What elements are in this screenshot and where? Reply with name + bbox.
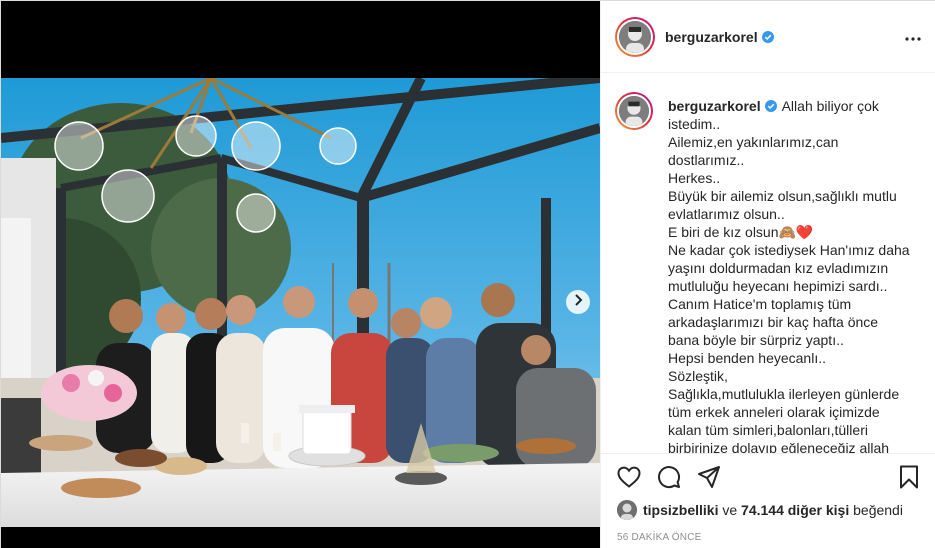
- caption-line: Büyük bir ailemiz olsun,sağlıklı mutlu: [668, 188, 897, 204]
- caption-line: bana böyle bir sürpriz yaptı..: [668, 332, 844, 348]
- caption-line: Ailemiz,en yakınlarımız,can: [668, 134, 839, 150]
- author-username[interactable]: berguzarkorel: [665, 29, 774, 45]
- more-options-button[interactable]: [903, 27, 923, 47]
- caption-line: mutluluğu heyecanı hepimizi sardı..: [668, 278, 888, 294]
- caption-line: Hepsi benden heyecanlı..: [668, 350, 826, 366]
- post-timestamp[interactable]: 56 DAKİKA ÖNCE: [617, 532, 702, 543]
- verified-badge-icon: [761, 30, 774, 43]
- next-photo-button[interactable]: [566, 290, 590, 314]
- caption-username[interactable]: berguzarkorel: [668, 98, 761, 114]
- caption-line: istedim..: [668, 116, 721, 132]
- share-button[interactable]: [696, 465, 722, 494]
- post-dialog: berguzarkorel berguzarkorel Allah biliyor…: [0, 0, 935, 548]
- caption-line: E biri de kız olsun🙈❤️: [668, 224, 814, 240]
- caption-avatar[interactable]: [615, 92, 653, 130]
- verified-badge-icon: [764, 98, 777, 112]
- caption-line: tüm erkek anneleri olarak içimizde: [668, 404, 880, 420]
- save-button[interactable]: [896, 465, 922, 494]
- caption-line: Allah biliyor çok: [781, 98, 879, 114]
- post-caption: berguzarkorel Allah biliyor çok istedim..…: [668, 97, 920, 453]
- share-icon: [697, 465, 721, 494]
- post-media: [1, 1, 600, 548]
- caption-line: Ne kadar çok istediysek Han'ımız daha: [668, 242, 910, 258]
- caption-line: yaşını doldurmadan kız evladımızın: [668, 260, 889, 276]
- post-side-panel: berguzarkorel berguzarkorel Allah biliyor…: [600, 1, 935, 548]
- post-actions: tipsizbelliki ve 74.144 diğer kişi beğen…: [601, 453, 935, 548]
- liker-avatar[interactable]: [617, 500, 637, 520]
- bookmark-icon: [899, 465, 919, 494]
- caption-line: Canım Hatice'm toplamış tüm: [668, 296, 852, 312]
- caption-line: birbirinize dolayıp eğleneceğiz allah: [668, 440, 890, 453]
- post-photo[interactable]: [1, 78, 600, 527]
- caption-line: Sağlıkla,mutlulukla ilerleyen günlerde: [668, 386, 900, 402]
- author-avatar[interactable]: [615, 17, 655, 57]
- avatar-image: [619, 96, 649, 126]
- caption-line: Sözleştik,: [668, 368, 728, 384]
- like-button[interactable]: [616, 466, 642, 492]
- caption-line: dostlarımız..: [668, 152, 745, 168]
- liker-username[interactable]: tipsizbelliki: [643, 502, 718, 518]
- caption-line: kalan tüm simleri,balonları,tülleri: [668, 422, 868, 438]
- comment-icon: [657, 465, 681, 494]
- caption-line: Herkes..: [668, 170, 721, 186]
- post-header: berguzarkorel: [601, 1, 935, 73]
- comment-button[interactable]: [656, 465, 682, 494]
- heart-icon: [617, 466, 641, 493]
- avatar-image: [619, 21, 651, 53]
- likes-summary: tipsizbelliki ve 74.144 diğer kişi beğen…: [617, 500, 903, 520]
- chevron-right-icon: [573, 293, 583, 311]
- likes-connector: ve: [718, 502, 742, 518]
- comments-area[interactable]: berguzarkorel Allah biliyor çok istedim..…: [601, 74, 935, 453]
- caption-line: arkadaşlarımızı bir kaç hafta önce: [668, 314, 879, 330]
- likes-count[interactable]: 74.144 diğer kişi: [741, 502, 849, 518]
- likes-suffix: beğendi: [849, 502, 903, 518]
- more-horizontal-icon: [905, 28, 921, 46]
- caption-line: evlatlarımız olsun..: [668, 206, 785, 222]
